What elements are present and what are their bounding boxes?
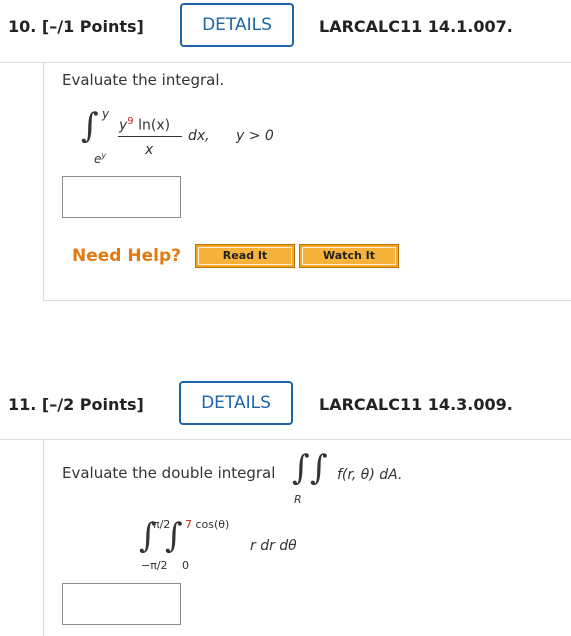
answer-input[interactable] <box>62 583 181 625</box>
integral-sign: ∫ <box>81 106 99 146</box>
need-help-label: Need Help? <box>72 246 181 266</box>
integral-upper-limit: y <box>102 107 110 121</box>
question-number: 11. <box>8 395 37 414</box>
question-prompt: Evaluate the double integral <box>62 464 276 482</box>
integrand: f(r, θ) dA. <box>337 467 403 483</box>
integrand-numerator: y9 ln(x) <box>119 116 171 134</box>
read-it-button[interactable]: Read It <box>195 244 295 268</box>
outer-upper-limit: π/2 <box>153 518 171 531</box>
integrand-denominator: x <box>145 142 154 158</box>
question-11-body: Evaluate the double integral ∫ ∫ R f(r, … <box>43 440 571 636</box>
question-11-title: 11. [–/2 Points] <box>8 395 144 414</box>
integral-lower-limit: ey <box>94 151 107 166</box>
integral-sign: ∫ <box>310 448 328 488</box>
outer-lower-limit: −π/2 <box>141 559 168 572</box>
watch-it-button[interactable]: Watch It <box>299 244 399 268</box>
region-label: R <box>294 493 302 506</box>
question-10-header: 10. [–/1 Points] DETAILS LARCALC11 14.1.… <box>0 0 571 63</box>
integral-sign: ∫ <box>292 448 310 488</box>
inner-upper-limit: 7 cos(θ) <box>185 518 230 531</box>
read-it-label: Read It <box>198 247 292 265</box>
watch-it-label: Watch It <box>302 247 396 265</box>
question-10-body: Evaluate the integral. ∫ y ey y9 ln(x) x… <box>43 62 571 301</box>
details-button[interactable]: DETAILS <box>179 381 293 425</box>
question-number: 10. <box>8 17 37 36</box>
answer-input[interactable] <box>62 176 181 218</box>
fraction-bar <box>118 136 182 137</box>
condition: y > 0 <box>236 128 274 144</box>
question-prompt: Evaluate the integral. <box>62 71 225 89</box>
question-code: LARCALC11 14.3.009. <box>319 395 513 414</box>
question-10-title: 10. [–/1 Points] <box>8 17 144 36</box>
question-points: [–/1 Points] <box>41 17 144 36</box>
question-code: LARCALC11 14.1.007. <box>319 17 513 36</box>
question-11-header: 11. [–/2 Points] DETAILS LARCALC11 14.3.… <box>0 377 571 440</box>
inner-lower-limit: 0 <box>182 559 189 572</box>
differential: dx, <box>188 128 210 144</box>
question-points: [–/2 Points] <box>41 395 144 414</box>
integrand-body: r dr dθ <box>250 538 297 554</box>
details-button[interactable]: DETAILS <box>180 3 294 47</box>
